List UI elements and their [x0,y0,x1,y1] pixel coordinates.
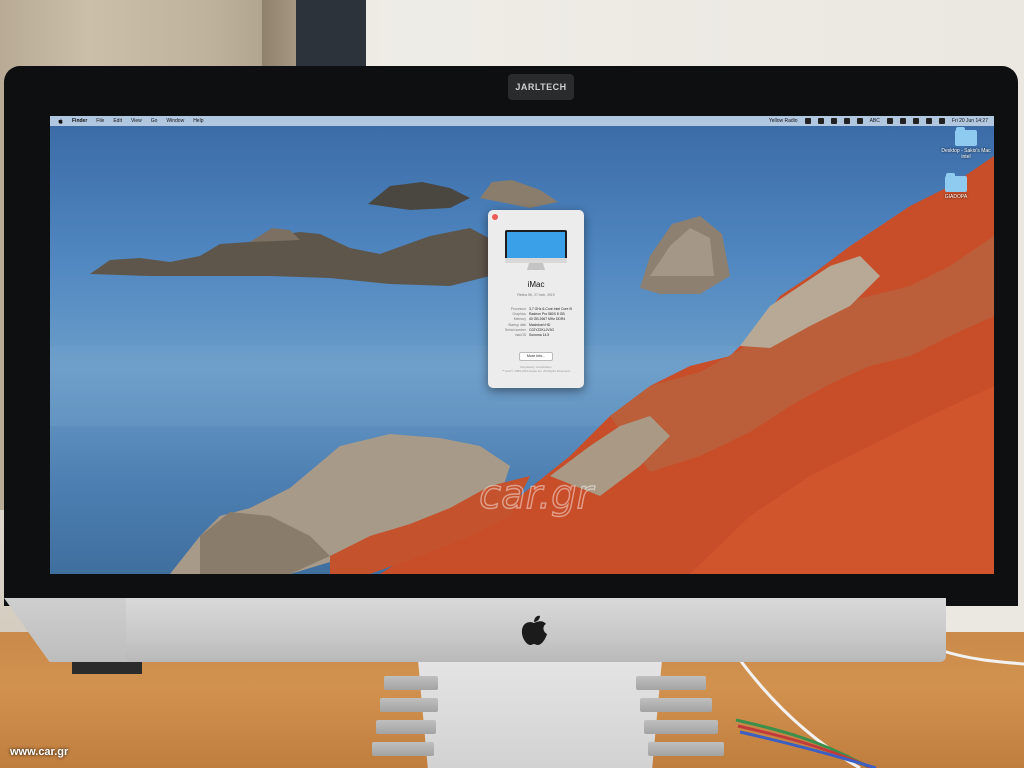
menu-window[interactable]: Window [166,118,184,124]
menu-file[interactable]: File [96,118,104,124]
status-icon[interactable] [804,118,811,124]
stand-slat [380,698,438,712]
site-watermark: www.car.gr [10,746,69,758]
menu-finder[interactable]: Finder [72,118,87,124]
menu-go[interactable]: Go [151,118,158,124]
desktop-folder[interactable]: GIADOPA [928,173,984,200]
menu-bar: Finder File Edit View Go Window Help Yel… [50,116,994,126]
about-this-mac-window: iMac Retina 5K, 27-inch, 2019 Processor … [488,210,584,388]
menu-edit[interactable]: Edit [113,118,122,124]
status-icon[interactable] [817,118,824,124]
folder-icon [955,127,977,146]
desktop-folder-label: Desktop - Sakis's Mac intel [941,148,991,160]
input-source-menu[interactable]: ABC [870,118,880,124]
spec-key: macOS [514,332,526,337]
wifi-icon[interactable] [912,118,919,124]
camera-cover-label: JARLTECH [508,74,574,100]
status-icon[interactable] [843,118,850,124]
more-info-button[interactable]: More Info... [519,352,553,361]
status-icon[interactable] [830,118,837,124]
menu-view[interactable]: View [131,118,142,124]
about-subtitle: Retina 5K, 27-inch, 2019 [517,293,555,297]
stand-slat [376,720,436,734]
status-icon[interactable] [856,118,863,124]
close-button[interactable] [492,214,498,220]
dark-post [296,0,366,70]
imac: JARLTECH Finder File Edit View Go Window… [0,66,1018,662]
watermark-logo: car.gr [478,471,596,518]
watermark-text: car.gr [479,472,595,518]
spec-value: Sonoma 14.5 [529,332,550,337]
folder-icon [945,173,967,192]
apple-logo-icon [521,615,547,645]
volume-icon[interactable] [886,118,893,124]
menu-extras: Yellow Radio ABC Fri 20 Jun 14:27 [769,116,988,126]
menubar-clock[interactable]: Fri 20 Jun 14:27 [952,118,988,124]
regulatory-text: Regulatory Certification ™ and © 1983-20… [488,365,584,373]
desktop-folder[interactable]: Desktop - Sakis's Mac intel [938,127,994,160]
battery-icon[interactable] [899,118,906,124]
yellow-radio-menu[interactable]: Yellow Radio [769,118,798,124]
desktop-folder-label: GIADOPA [944,194,968,200]
control-center-icon[interactable] [938,118,945,124]
stand-slat [372,742,434,756]
copyright-text: ™ and © 1983-2024 Apple Inc. All Rights … [501,369,571,373]
chin-edge [4,598,134,662]
desktop-screen: Finder File Edit View Go Window Help Yel… [50,116,994,574]
stand-slat [636,676,706,690]
menu-help[interactable]: Help [193,118,203,124]
search-icon[interactable] [925,118,932,124]
about-title: iMac [527,280,545,289]
stand-slat [384,676,438,690]
spec-row: macOS Sonoma 14.5 [496,333,580,338]
apple-menu-icon[interactable] [58,118,63,124]
imac-stand [418,660,662,768]
imac-icon [505,230,567,270]
spec-list: Processor 3,7 GHz 6-Core Intel Core i5 G… [496,307,580,338]
